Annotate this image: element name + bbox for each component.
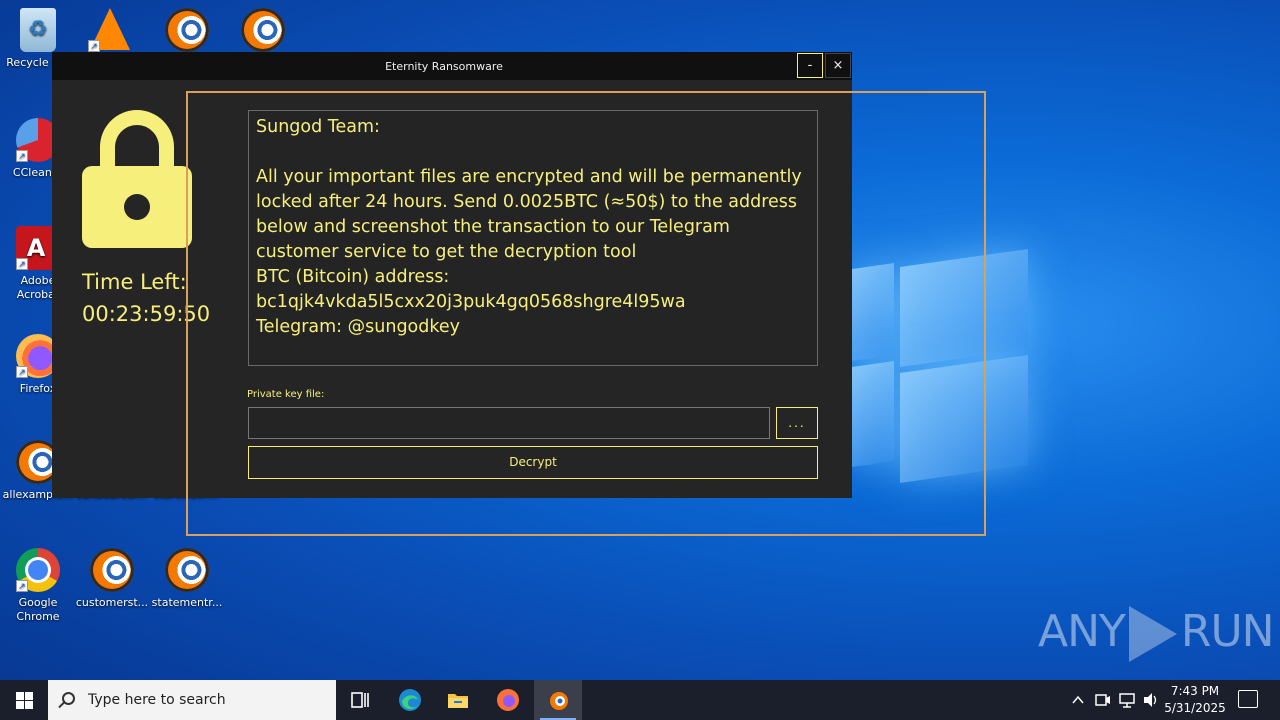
desktop-icon-vlc[interactable]: ↗ xyxy=(72,8,148,56)
shortcut-arrow-icon: ↗ xyxy=(16,366,28,378)
desktop-icon-label: Firefox xyxy=(19,382,57,395)
taskbar-file-explorer[interactable] xyxy=(434,680,482,720)
shortcut-arrow-icon: ↗ xyxy=(16,580,28,592)
search-icon xyxy=(62,692,75,705)
desktop-icon-label: customerst... xyxy=(75,596,149,609)
tray-meet-now[interactable] xyxy=(1094,680,1112,720)
search-placeholder: Type here to search xyxy=(88,692,226,708)
desktop-icon-customerst[interactable]: customerst... xyxy=(74,548,150,610)
shortcut-arrow-icon: ↗ xyxy=(16,258,28,270)
blender-icon xyxy=(165,548,209,592)
selection-frame xyxy=(186,91,986,536)
taskbar-edge[interactable] xyxy=(386,680,434,720)
tray-network[interactable] xyxy=(1118,680,1136,720)
network-icon xyxy=(1119,693,1135,708)
padlock-icon xyxy=(82,110,192,250)
taskbar-firefox[interactable] xyxy=(484,680,532,720)
desktop-icon-blender-2[interactable] xyxy=(225,8,301,56)
taskbar-clock[interactable]: 7:43 PM 5/31/2025 xyxy=(1158,683,1232,717)
clock-time: 7:43 PM xyxy=(1170,684,1220,698)
folder-icon xyxy=(448,694,468,708)
desktop-icon-chrome[interactable]: ↗ Google Chrome xyxy=(0,548,76,624)
start-button[interactable] xyxy=(0,680,48,720)
shortcut-arrow-icon: ↗ xyxy=(88,40,100,52)
close-button[interactable]: × xyxy=(825,53,851,78)
chevron-up-icon xyxy=(1072,695,1084,704)
taskbar-blender[interactable] xyxy=(534,680,582,720)
desktop-icon-label: statementr... xyxy=(151,596,223,609)
anyrun-watermark: ANY RUN xyxy=(1038,606,1275,662)
taskbar-search-box[interactable]: Type here to search xyxy=(48,680,336,720)
windows-start-icon xyxy=(16,692,24,700)
window-titlebar[interactable]: Eternity Ransomware - × xyxy=(52,52,852,80)
shortcut-arrow-icon: ↗ xyxy=(16,150,28,162)
task-view-icon xyxy=(351,692,369,708)
blender-icon xyxy=(241,8,285,52)
desktop-icon-blender-1[interactable] xyxy=(149,8,225,56)
watermark-left: ANY xyxy=(1038,606,1126,657)
minimize-button[interactable]: - xyxy=(797,53,823,78)
window-title: Eternity Ransomware xyxy=(385,60,503,73)
show-hidden-icons-button[interactable] xyxy=(1070,680,1086,720)
edge-icon xyxy=(399,689,421,711)
blender-icon xyxy=(550,692,568,710)
watermark-right: RUN xyxy=(1180,606,1275,657)
notification-center-icon[interactable] xyxy=(1238,690,1258,708)
desktop-icon-statementr[interactable]: statementr... xyxy=(149,548,225,610)
blender-icon xyxy=(165,8,209,52)
recycle-bin-icon: ♻ xyxy=(20,8,56,52)
camera-icon xyxy=(1095,694,1110,706)
firefox-icon xyxy=(497,689,519,711)
taskbar: Type here to search 7:43 PM 5/31/2025 xyxy=(0,680,1280,720)
task-view-button[interactable] xyxy=(336,680,384,720)
blender-icon xyxy=(90,548,134,592)
play-icon xyxy=(1128,606,1177,662)
clock-date: 5/31/2025 xyxy=(1164,701,1226,715)
desktop-icon-label: Google Chrome xyxy=(16,596,60,623)
